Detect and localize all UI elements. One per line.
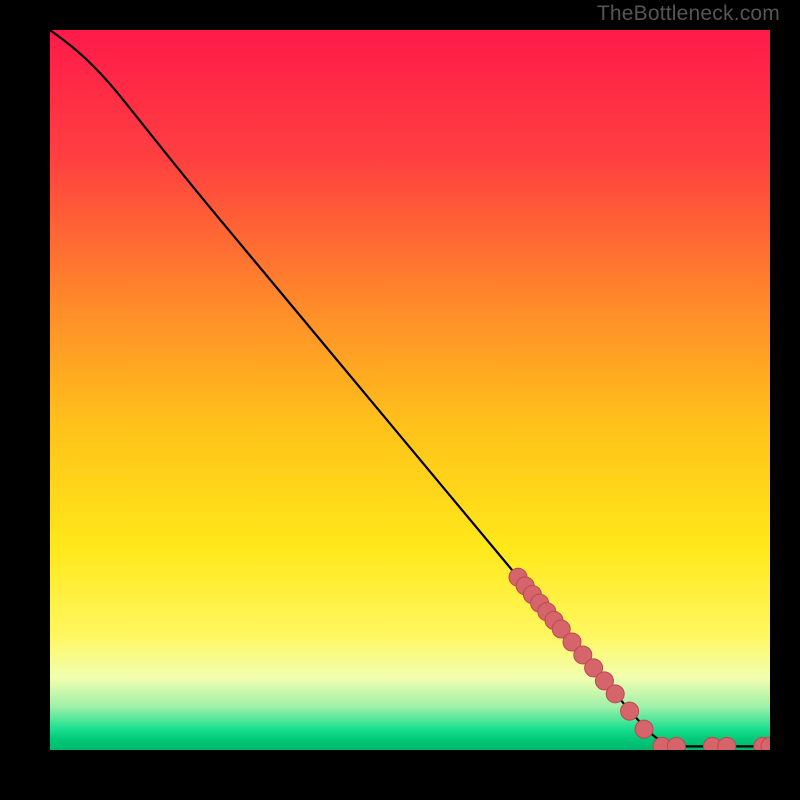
chart-plot-area xyxy=(50,30,770,750)
chart-marker xyxy=(667,737,685,750)
chart-svg xyxy=(50,30,770,750)
chart-marker xyxy=(718,737,736,750)
chart-marker xyxy=(621,702,639,720)
chart-marker xyxy=(606,685,624,703)
chart-background-gradient xyxy=(50,30,770,750)
attribution-text: TheBottleneck.com xyxy=(597,2,780,26)
chart-marker xyxy=(635,720,653,738)
